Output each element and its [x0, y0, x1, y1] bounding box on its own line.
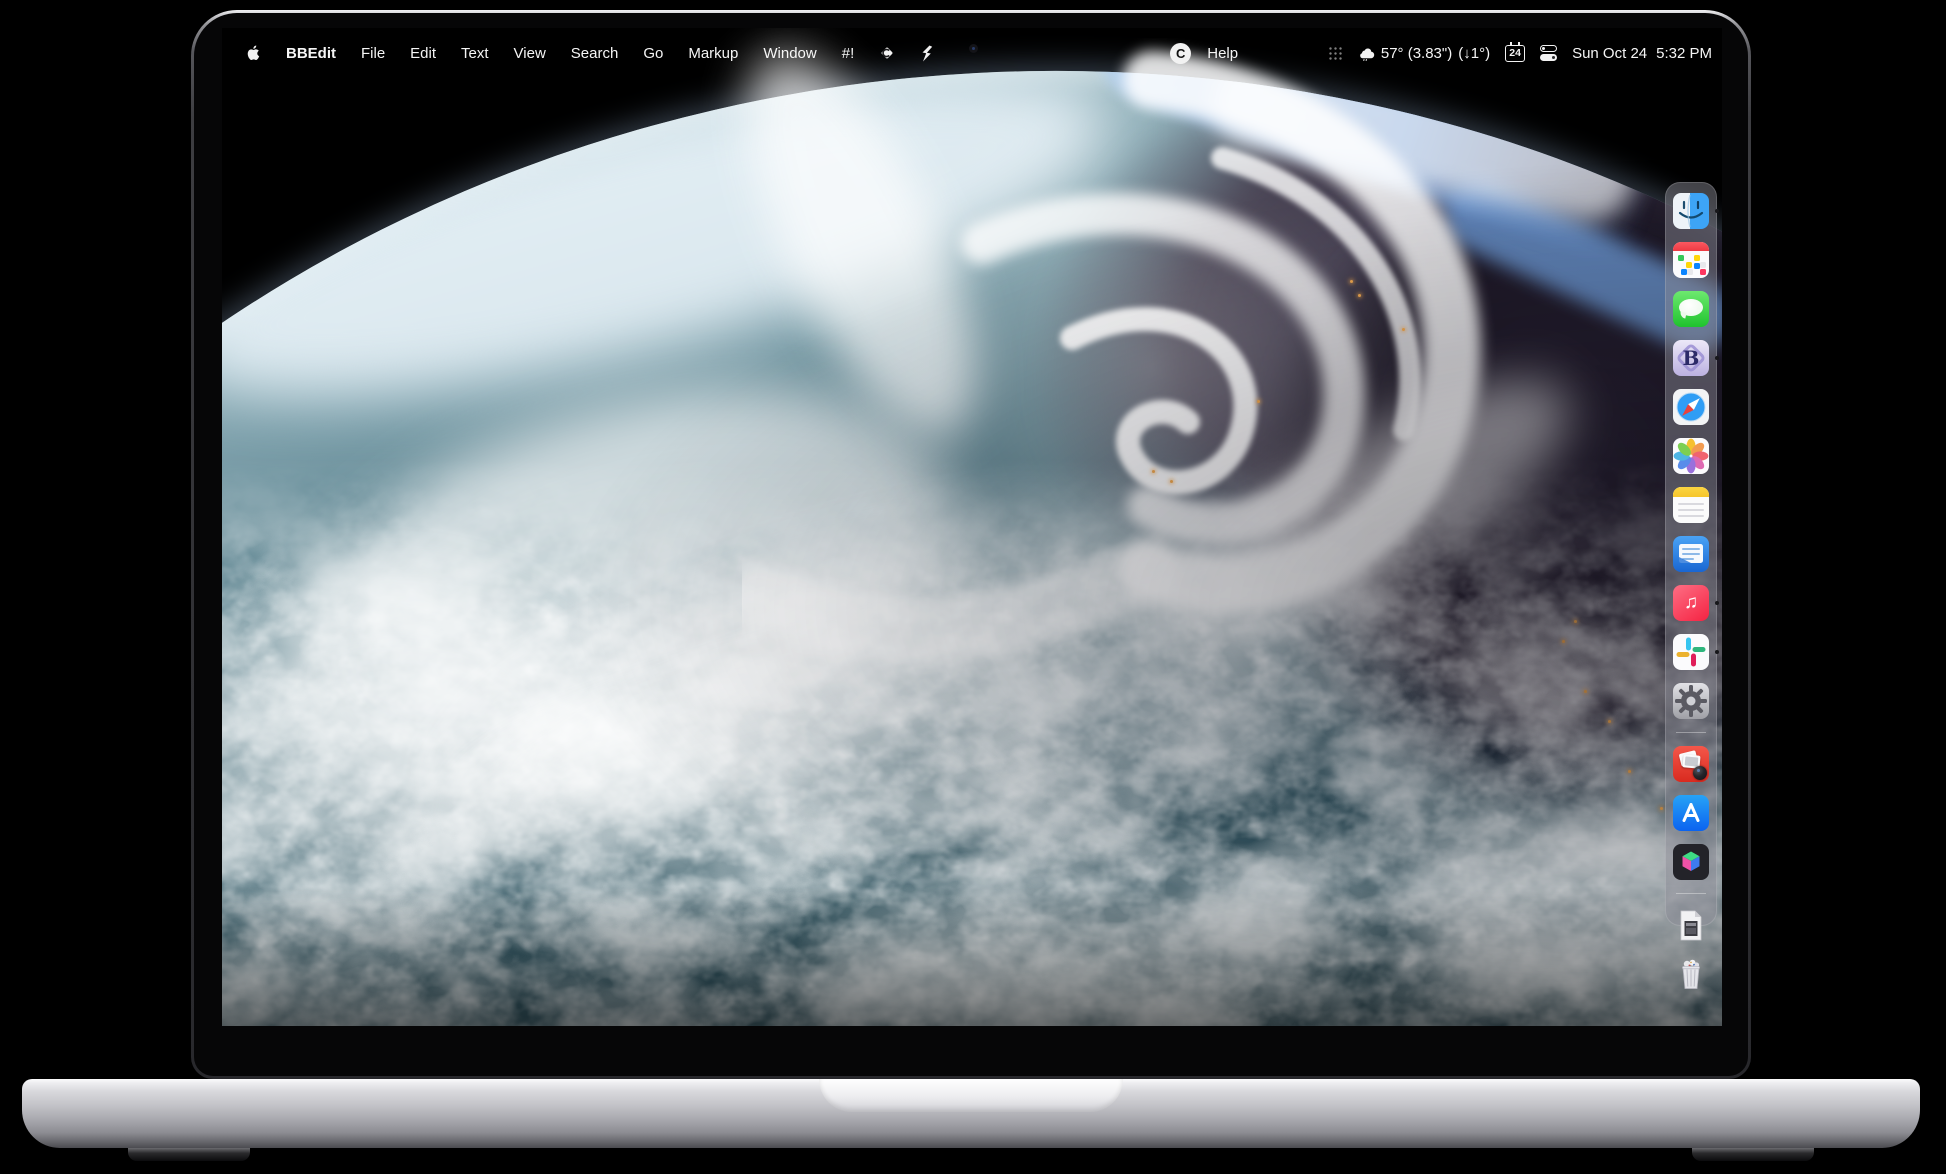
menu-bar-clock[interactable]: Sun Oct 24 5:32 PM	[1572, 45, 1712, 62]
lid-thumb-scoop	[819, 1079, 1123, 1112]
menu-markup[interactable]: Markup	[688, 45, 738, 62]
rubber-foot	[128, 1148, 250, 1161]
screen-bezel: BBEdit File Edit Text View Search Go Mar…	[194, 13, 1748, 1076]
dock: B	[1665, 182, 1717, 926]
menu-help[interactable]: Help	[1207, 45, 1238, 62]
dock-icon-music[interactable]: ♫	[1673, 585, 1709, 621]
menu-file[interactable]: File	[361, 45, 385, 62]
menu-view[interactable]: View	[514, 45, 546, 62]
clippings-diamond-icon	[879, 45, 895, 61]
music-note-glyph: ♫	[1684, 592, 1698, 614]
camera-lens-badge	[1693, 766, 1707, 780]
macbook-lid: BBEdit File Edit Text View Search Go Mar…	[191, 10, 1751, 1079]
dock-divider	[1676, 732, 1706, 733]
menu-go[interactable]: Go	[643, 45, 663, 62]
dock-icon-cube-app[interactable]	[1673, 844, 1709, 880]
toggles-menu-extra[interactable]	[1540, 45, 1557, 61]
dock-icon-photos[interactable]	[1673, 438, 1709, 474]
dock-icon-bbedit[interactable]: B	[1673, 340, 1709, 376]
gear-icon	[1673, 683, 1709, 719]
webcam	[969, 44, 978, 53]
dock-icon-notes[interactable]	[1673, 487, 1709, 523]
dock-icon-document[interactable]	[1673, 907, 1709, 943]
clock-date: Sun Oct 24	[1572, 45, 1647, 62]
dock-icon-slack[interactable]	[1673, 634, 1709, 670]
circled-c-menu-icon[interactable]: C	[1170, 43, 1191, 64]
dock-icon-photo-app[interactable]	[1673, 746, 1709, 782]
rain-cloud-icon	[1358, 46, 1375, 61]
running-indicator	[1715, 650, 1719, 654]
chat-bubble-tail	[1679, 311, 1686, 318]
running-indicator	[1715, 209, 1719, 213]
weather-menu-extra[interactable]: 57° (3.83") (↓1°)	[1358, 45, 1490, 62]
script-lightning-icon	[920, 45, 933, 62]
menu-shebang[interactable]: #!	[842, 45, 855, 62]
dock-icon-safari[interactable]	[1673, 389, 1709, 425]
running-indicator	[1715, 601, 1719, 605]
menu-text[interactable]: Text	[461, 45, 489, 62]
scripts-menu[interactable]	[920, 45, 933, 62]
dock-divider	[1676, 893, 1706, 894]
menu-bar: BBEdit File Edit Text View Search Go Mar…	[222, 28, 1722, 78]
dock-icon-calendar[interactable]	[1673, 242, 1709, 278]
dock-icon-system-preferences[interactable]	[1673, 683, 1709, 719]
clippings-menu[interactable]	[879, 45, 895, 61]
dock-icon-app-store[interactable]	[1673, 795, 1709, 831]
rubber-foot	[1692, 1148, 1814, 1161]
bbedit-letter: B	[1683, 346, 1700, 370]
menu-search[interactable]: Search	[571, 45, 619, 62]
menu-app-name[interactable]: BBEdit	[286, 45, 336, 62]
apple-icon	[246, 44, 261, 62]
screen: BBEdit File Edit Text View Search Go Mar…	[222, 28, 1722, 1026]
macbook-base	[22, 1079, 1920, 1148]
running-indicator	[1715, 356, 1719, 360]
vignette	[222, 28, 1722, 1026]
apple-menu[interactable]	[246, 44, 261, 62]
dock-icon-mail[interactable]	[1673, 536, 1709, 572]
menu-window[interactable]: Window	[763, 45, 816, 62]
menu-edit[interactable]: Edit	[410, 45, 436, 62]
clock-time: 5:32 PM	[1656, 45, 1712, 62]
switch-icon	[1540, 45, 1557, 52]
weather-delta: (↓1°)	[1458, 45, 1490, 62]
switch-icon	[1540, 54, 1557, 61]
desktop-wallpaper	[222, 28, 1722, 1026]
calendar-menu-extra[interactable]: 24	[1505, 45, 1525, 62]
dock-icon-messages[interactable]	[1673, 291, 1709, 327]
mail-fold	[1679, 557, 1691, 563]
calendar-red-header	[1673, 242, 1709, 251]
dock-icon-finder[interactable]	[1673, 193, 1709, 229]
dock-icon-trash[interactable]	[1673, 956, 1709, 992]
menu-bar-status-area: 57° (3.83") (↓1°) 24 Sun Oct 24 5:32 PM	[1328, 45, 1712, 62]
weather-text: 57° (3.83")	[1381, 45, 1452, 62]
notes-yellow-header	[1673, 487, 1709, 497]
dot-grid-icon[interactable]	[1328, 46, 1343, 61]
